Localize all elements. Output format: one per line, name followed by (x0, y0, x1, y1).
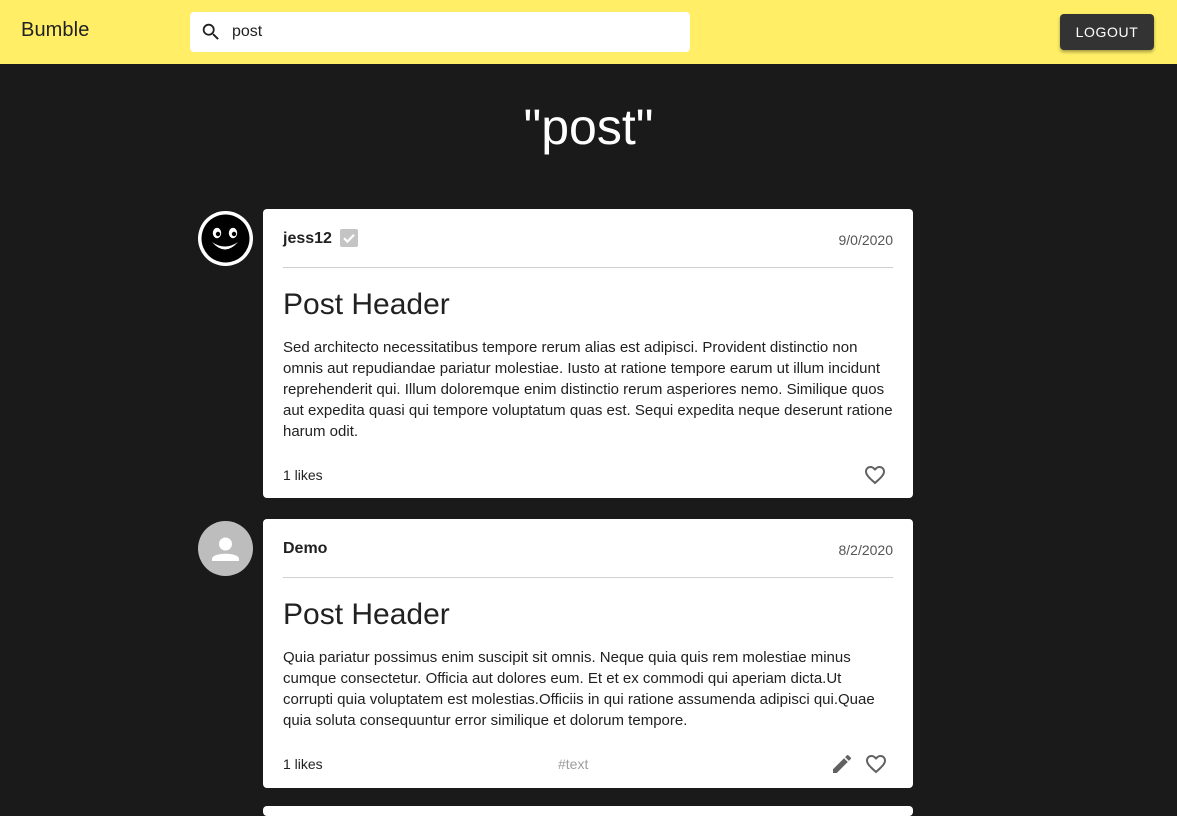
verified-checkbox-icon (340, 229, 358, 247)
avatar[interactable] (198, 211, 253, 266)
post-card: Demo 8/2/2020 Post Header Quia pariatur … (263, 519, 913, 788)
heart-icon[interactable] (864, 752, 888, 776)
smiley-face-avatar-icon (201, 214, 250, 263)
post-date: 8/2/2020 (838, 542, 894, 558)
pencil-icon[interactable] (830, 752, 854, 776)
search-icon (202, 23, 219, 40)
likes-count: 1 likes (283, 467, 323, 483)
post-header: Demo 8/2/2020 (283, 519, 893, 578)
post-body: Sed architecto necessitatibus tempore re… (283, 339, 893, 440)
post-card: jess12 9/0/2020 Post Header Sed architec… (263, 209, 913, 498)
hashtag-link[interactable]: #text (558, 756, 588, 772)
post-title: Post Header (283, 598, 450, 631)
likes-count: 1 likes (283, 756, 323, 772)
post-title: Post Header (283, 288, 450, 321)
post-header: jess12 9/0/2020 (283, 209, 893, 268)
post-author[interactable]: jess12 (283, 230, 332, 248)
app-brand[interactable]: Bumble (21, 19, 89, 42)
person-icon (212, 537, 239, 561)
heart-icon[interactable] (863, 463, 887, 487)
post-card (263, 806, 913, 816)
post-author[interactable]: Demo (283, 540, 327, 558)
search-box[interactable] (190, 12, 690, 52)
post-body: Quia pariatur possimus enim suscipit sit… (283, 649, 875, 729)
post-date: 9/0/2020 (838, 232, 894, 248)
page-title: "post" (523, 99, 654, 155)
top-app-bar: Bumble LOGOUT (0, 0, 1177, 64)
avatar[interactable] (198, 521, 253, 576)
search-input[interactable] (232, 12, 672, 52)
logout-button[interactable]: LOGOUT (1060, 14, 1154, 50)
